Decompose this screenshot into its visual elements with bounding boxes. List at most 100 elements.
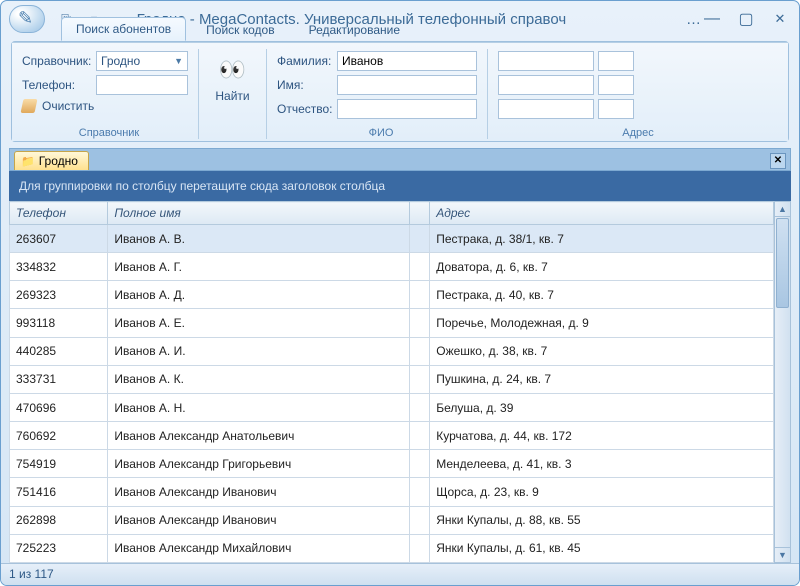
table-row[interactable]: 470696Иванов А. Н. Белуша, д. 39 — [10, 393, 774, 421]
firstname-input[interactable] — [337, 75, 477, 95]
cell-addr: Янки Купалы, д. 88, кв. 55 — [430, 506, 774, 534]
cell-phone: 470696 — [10, 393, 108, 421]
cell-phone: 751416 — [10, 478, 108, 506]
scroll-thumb[interactable] — [776, 218, 789, 308]
cell-name: Иванов Александр Иванович — [108, 506, 410, 534]
table-row[interactable]: 440285Иванов А. И.Ожешко, д. 38, кв. 7 — [10, 337, 774, 365]
doc-tab-grodno[interactable]: 📁 Гродно — [14, 151, 89, 170]
cell-name: Иванов Александр Иванович — [108, 478, 410, 506]
statusbar: 1 из 117 — [1, 563, 799, 585]
grid-wrap: Телефон Полное имя Адрес 263607Иванов А.… — [9, 201, 791, 563]
col-header-addr[interactable]: Адрес — [430, 202, 774, 225]
table-row[interactable]: 334832Иванов А. Г.Доватора, д. 6, кв. 7 — [10, 253, 774, 281]
cell-phone: 440285 — [10, 337, 108, 365]
cell-name: Иванов А. Г. — [108, 253, 410, 281]
directory-combo-value: Гродно — [101, 54, 140, 68]
table-row[interactable]: 269323Иванов А. Д. Пестрака, д. 40, кв. 7 — [10, 281, 774, 309]
ribbon: Справочник: Гродно ▼ Телефон: Очистить С… — [11, 41, 789, 142]
directory-combo[interactable]: Гродно ▼ — [96, 51, 188, 71]
cell-name: Иванов Александр Григорьевич — [108, 450, 410, 478]
table-row[interactable]: 263607Иванов А. В. Пестрака, д. 38/1, кв.… — [10, 225, 774, 253]
cell-name: Иванов А. Е. — [108, 309, 410, 337]
cell-name: Иванов А. В. — [108, 225, 410, 253]
col-header-spacer — [409, 202, 429, 225]
group-fio: Фамилия: Имя: Отчество: ФИО — [275, 49, 488, 139]
cell-addr: Пестрака, д. 40, кв. 7 — [430, 281, 774, 309]
table-row[interactable]: 333731Иванов А. К.Пушкина, д. 24, кв. 7 — [10, 365, 774, 393]
addr-input-2b[interactable] — [598, 75, 634, 95]
addr-input-1[interactable] — [498, 51, 594, 71]
scroll-up-icon[interactable]: ▲ — [775, 202, 790, 217]
label-patronymic: Отчество: — [277, 102, 333, 116]
group-by-hint[interactable]: Для группировки по столбцу перетащите сю… — [9, 171, 791, 201]
folder-icon: 📁 — [21, 155, 35, 168]
group-address-title: Адрес — [496, 127, 780, 139]
addr-input-3[interactable] — [498, 99, 594, 119]
label-firstname: Имя: — [277, 78, 333, 92]
cell-name: Иванов А. К. — [108, 365, 410, 393]
table-row[interactable]: 725223Иванов Александр МихайловичЯнки Ку… — [10, 534, 774, 562]
table-row[interactable]: 754919Иванов Александр ГригорьевичМендел… — [10, 450, 774, 478]
table-row[interactable]: 262898Иванов Александр ИвановичЯнки Купа… — [10, 506, 774, 534]
patronymic-input[interactable] — [337, 99, 477, 119]
binoculars-icon[interactable]: 👀 — [209, 57, 256, 83]
chevron-down-icon: ▼ — [174, 56, 183, 66]
cell-phone: 263607 — [10, 225, 108, 253]
cell-addr: Менделеева, д. 41, кв. 3 — [430, 450, 774, 478]
cell-name: Иванов А. Н. — [108, 393, 410, 421]
record-counter: 1 из 117 — [9, 567, 54, 581]
addr-input-3b[interactable] — [598, 99, 634, 119]
label-phone: Телефон: — [22, 78, 92, 92]
doc-tabs: 📁 Гродно ✕ — [9, 148, 791, 171]
group-directory-title: Справочник — [20, 127, 198, 139]
tab-code-search[interactable]: Поиск кодов — [192, 19, 288, 41]
cell-name: Иванов А. Д. — [108, 281, 410, 309]
cell-addr: Поречье, Молодежная, д. 9 — [430, 309, 774, 337]
cell-name: Иванов Александр Анатольевич — [108, 422, 410, 450]
surname-input[interactable] — [337, 51, 477, 71]
tab-editing[interactable]: Редактирование — [295, 19, 414, 41]
cell-phone: 269323 — [10, 281, 108, 309]
phone-input[interactable] — [96, 75, 188, 95]
table-row[interactable]: 993118Иванов А. Е. Поречье, Молодежная, д… — [10, 309, 774, 337]
eraser-icon — [21, 99, 38, 113]
cell-phone: 334832 — [10, 253, 108, 281]
addr-input-2[interactable] — [498, 75, 594, 95]
addr-input-1b[interactable] — [598, 51, 634, 71]
cell-addr: Щорса, д. 23, кв. 9 — [430, 478, 774, 506]
table-row[interactable]: 760692Иванов Александр АнатольевичКурчат… — [10, 422, 774, 450]
ribbon-body: Справочник: Гродно ▼ Телефон: Очистить С… — [12, 42, 788, 141]
cell-spacer — [409, 422, 429, 450]
cell-name: Иванов Александр Михайлович — [108, 534, 410, 562]
cell-name: Иванов А. И. — [108, 337, 410, 365]
close-tab-button[interactable]: ✕ — [770, 153, 786, 169]
table-row[interactable]: 751416Иванов Александр Иванович Щорса, д.… — [10, 478, 774, 506]
group-address: Адрес — [496, 49, 780, 139]
tab-subscriber-search[interactable]: Поиск абонентов — [61, 17, 186, 41]
label-surname: Фамилия: — [277, 54, 333, 68]
cell-addr: Пестрака, д. 38/1, кв. 7 — [430, 225, 774, 253]
cell-addr: Янки Купалы, д. 61, кв. 45 — [430, 534, 774, 562]
ribbon-tabs: Поиск абонентов Поиск кодов Редактирован… — [1, 15, 799, 41]
cell-spacer — [409, 337, 429, 365]
app-icon[interactable] — [9, 5, 45, 33]
group-find: 👀 Найти — [207, 49, 267, 139]
group-fio-title: ФИО — [275, 127, 487, 139]
clear-button[interactable]: Очистить — [22, 99, 188, 113]
col-header-phone[interactable]: Телефон — [10, 202, 108, 225]
clear-label: Очистить — [42, 99, 94, 113]
document-area: 📁 Гродно ✕ Для группировки по столбцу пе… — [9, 148, 791, 563]
find-label[interactable]: Найти — [209, 89, 256, 103]
scroll-down-icon[interactable]: ▼ — [775, 547, 790, 562]
cell-phone: 760692 — [10, 422, 108, 450]
cell-phone: 993118 — [10, 309, 108, 337]
col-header-name[interactable]: Полное имя — [108, 202, 410, 225]
vertical-scrollbar[interactable]: ▲ ▼ — [774, 201, 791, 563]
cell-spacer — [409, 309, 429, 337]
cell-spacer — [409, 225, 429, 253]
group-directory: Справочник: Гродно ▼ Телефон: Очистить С… — [20, 49, 199, 139]
label-directory: Справочник: — [22, 54, 92, 68]
cell-addr: Белуша, д. 39 — [430, 393, 774, 421]
cell-spacer — [409, 253, 429, 281]
results-grid[interactable]: Телефон Полное имя Адрес 263607Иванов А.… — [9, 201, 774, 563]
